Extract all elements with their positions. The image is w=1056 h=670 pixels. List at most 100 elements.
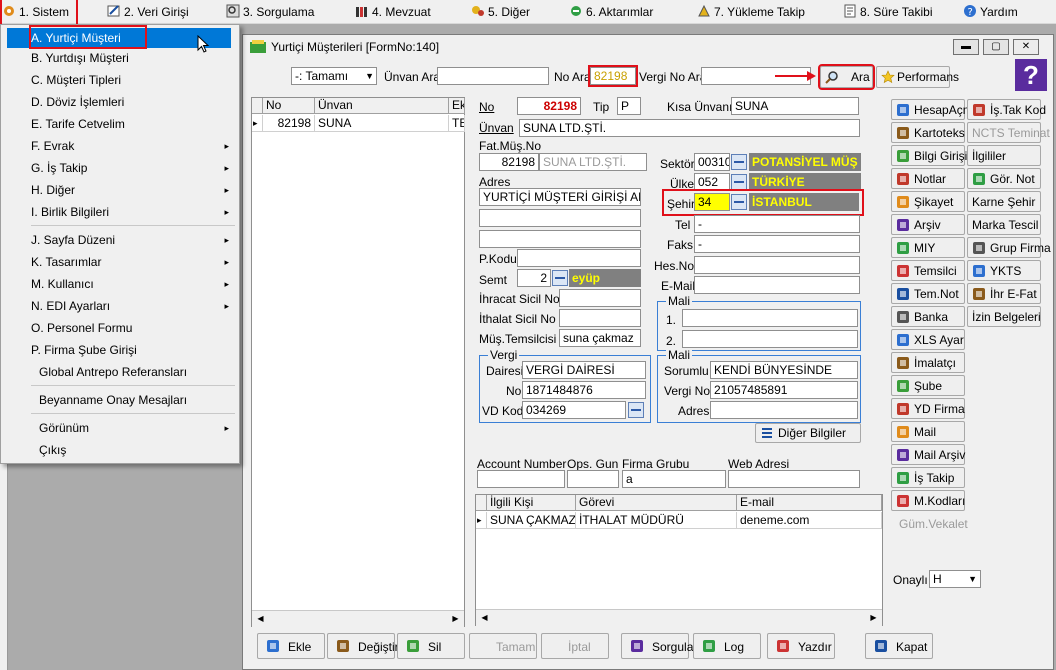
contact-cell-gorev[interactable]: İTHALAT MÜDÜRÜ: [576, 512, 737, 529]
filter-select[interactable]: -: Tamamı ▼: [291, 67, 377, 85]
search-button[interactable]: Ara: [818, 64, 875, 90]
sehir-code-field[interactable]: 34: [694, 193, 730, 211]
side-button-6[interactable]: MIY: [891, 237, 965, 258]
contacts-scrollbar[interactable]: ◀ ▶: [476, 609, 882, 626]
side-button-right-4[interactable]: Karne Şehir: [967, 191, 1041, 212]
toolbar-button-0[interactable]: Ekle: [257, 633, 325, 659]
side-button-13[interactable]: YD Firma: [891, 398, 965, 419]
vergi-no-field[interactable]: 1871484876: [522, 381, 646, 399]
kisa-unvan-field[interactable]: SUNA: [731, 97, 859, 115]
toolbar-button-1[interactable]: Değiştir: [327, 633, 399, 659]
semt-lookup-icon[interactable]: [552, 270, 568, 286]
sehir-lookup-icon[interactable]: [731, 194, 747, 210]
menu-item-evrak[interactable]: F. Evrak ▸: [31, 136, 235, 156]
list-header-ek[interactable]: Ek: [449, 98, 465, 114]
adres-line-2[interactable]: [479, 209, 641, 227]
menu-item-birlik-bilgileri[interactable]: I. Birlik Bilgileri ▸: [31, 202, 235, 222]
menu-item-kullanici[interactable]: M. Kullanıcı ▸: [31, 274, 235, 294]
side-button-0[interactable]: HesapAçm: [891, 99, 973, 120]
toolbar-button-3[interactable]: Tamam: [469, 633, 537, 659]
menu-yukleme-takip[interactable]: 7. Yükleme Takip: [697, 0, 805, 24]
side-button-12[interactable]: Şube: [891, 375, 965, 396]
menu-item-tasarimlar[interactable]: K. Tasarımlar ▸: [31, 252, 235, 272]
side-button-7[interactable]: Temsilci: [891, 260, 965, 281]
side-button-14[interactable]: Mail: [891, 421, 965, 442]
ulke-code-field[interactable]: 052: [694, 173, 730, 191]
toolbar-button-7[interactable]: Yazdır: [767, 633, 835, 659]
no-search-input[interactable]: 82198: [588, 65, 638, 87]
list-header-no[interactable]: No: [263, 98, 315, 114]
list-scrollbar[interactable]: ◀ ▶: [252, 610, 464, 627]
faks-field[interactable]: -: [694, 235, 860, 253]
contact-cell-kisi[interactable]: SUNA ÇAKMAZ: [487, 512, 576, 529]
list-cell-ek[interactable]: TE: [449, 115, 465, 132]
sorumlu-field[interactable]: KENDİ BÜNYESİNDE: [710, 361, 858, 379]
side-button-right-6[interactable]: Grup Firma: [967, 237, 1051, 258]
side-button-right-1[interactable]: NCTS Teminat: [967, 122, 1050, 143]
unvan-field[interactable]: SUNA LTD.ŞTİ.: [519, 119, 860, 137]
menu-yardim[interactable]: ? Yardım: [963, 0, 1018, 24]
menu-item-sayfa-duzeni[interactable]: J. Sayfa Düzeni ▸: [31, 230, 235, 250]
account-number-field[interactable]: [477, 470, 565, 488]
toolbar-button-8[interactable]: Kapat: [865, 633, 933, 659]
scroll-left-icon[interactable]: ◀: [476, 610, 493, 626]
side-button-right-8[interactable]: İhr E-Fat: [967, 283, 1041, 304]
menu-sure-takibi[interactable]: 8. Süre Takibi: [843, 0, 933, 24]
menu-item-edi-ayarlari[interactable]: N. EDI Ayarları ▸: [31, 296, 235, 316]
menu-item-beyanname-onay[interactable]: Beyanname Onay Mesajları: [39, 390, 235, 410]
adres-line-1[interactable]: YURTİÇİ MÜŞTERİ GİRİŞİ ADRESİ: [479, 188, 641, 206]
side-button-4[interactable]: Şikayet: [891, 191, 965, 212]
firma-grubu-field[interactable]: a: [622, 470, 726, 488]
menu-item-personel-formu[interactable]: O. Personel Formu: [31, 318, 235, 338]
web-adresi-field[interactable]: [728, 470, 860, 488]
menu-diger[interactable]: 5. Diğer: [471, 0, 530, 24]
menu-item-gorunum[interactable]: Görünüm ▸: [39, 418, 235, 438]
menu-item-cikis[interactable]: Çıkış: [39, 440, 235, 460]
side-button-right-9[interactable]: İzin Belgeleri: [967, 306, 1041, 327]
tel-field[interactable]: -: [694, 215, 860, 233]
mali-adres-field[interactable]: [710, 401, 858, 419]
sektor-code-field[interactable]: 00310(: [694, 153, 730, 171]
side-button-right-2[interactable]: İlgililer: [967, 145, 1041, 166]
minimize-button[interactable]: ▬: [953, 39, 979, 55]
vd-kod-lookup-icon[interactable]: [628, 402, 644, 418]
menu-item-tarife-cetvelim[interactable]: E. Tarife Cetvelim: [31, 114, 235, 134]
toolbar-button-6[interactable]: Log: [693, 633, 761, 659]
side-button-right-0[interactable]: İş.Tak Kod: [967, 99, 1046, 120]
unvan-search-input[interactable]: [437, 67, 549, 85]
menu-sorgulama[interactable]: 3. Sorgulama: [226, 0, 314, 24]
menu-item-global-antrepo[interactable]: Global Antrepo Referansları: [39, 362, 235, 382]
toolbar-button-5[interactable]: Sorgula: [621, 633, 693, 659]
maximize-button[interactable]: ▢: [983, 39, 1009, 55]
vergi-dairesi-field[interactable]: VERGİ DAİRESİ: [522, 361, 646, 379]
menu-item-is-takip[interactable]: G. İş Takip ▸: [31, 158, 235, 178]
tip-field[interactable]: P: [617, 97, 641, 115]
side-button-16[interactable]: İş Takip: [891, 467, 965, 488]
menu-item-firma-sube-girisi[interactable]: P. Firma Şube Girişi: [31, 340, 235, 360]
side-button-5[interactable]: Arşiv: [891, 214, 965, 235]
ithalat-field[interactable]: [559, 309, 641, 327]
side-button-8[interactable]: Tem.Not: [891, 283, 965, 304]
vd-kod-field[interactable]: 034269: [522, 401, 626, 419]
contacts-header-kisi[interactable]: İlgili Kişi: [487, 495, 576, 511]
semt-code-field[interactable]: 2: [517, 269, 551, 287]
toolbar-button-4[interactable]: İptal: [541, 633, 609, 659]
side-button-1[interactable]: Kartoteks: [891, 122, 965, 143]
side-button-9[interactable]: Banka: [891, 306, 965, 327]
list-header-unvan[interactable]: Ünvan: [315, 98, 449, 114]
sektor-lookup-icon[interactable]: [731, 154, 747, 170]
no-field[interactable]: 82198: [517, 97, 581, 115]
scroll-right-icon[interactable]: ▶: [865, 610, 882, 626]
mali-vergi-no-field[interactable]: 21057485891: [710, 381, 858, 399]
contact-cell-email[interactable]: deneme.com: [737, 512, 882, 529]
menu-item-musteri-tipleri[interactable]: C. Müşteri Tipleri: [31, 70, 235, 90]
side-button-15[interactable]: Mail Arşiv: [891, 444, 965, 465]
menu-sistem[interactable]: 1. Sistem: [0, 0, 78, 26]
fat-mus-no-field[interactable]: 82198: [479, 153, 539, 171]
scroll-left-icon[interactable]: ◀: [252, 611, 269, 627]
hes-no-field[interactable]: [694, 256, 860, 274]
mali-1-field[interactable]: [682, 309, 858, 327]
posta-kodu-field[interactable]: [517, 249, 641, 267]
help-button[interactable]: ?: [1015, 59, 1047, 91]
temsilci-field[interactable]: suna çakmaz: [559, 329, 641, 347]
